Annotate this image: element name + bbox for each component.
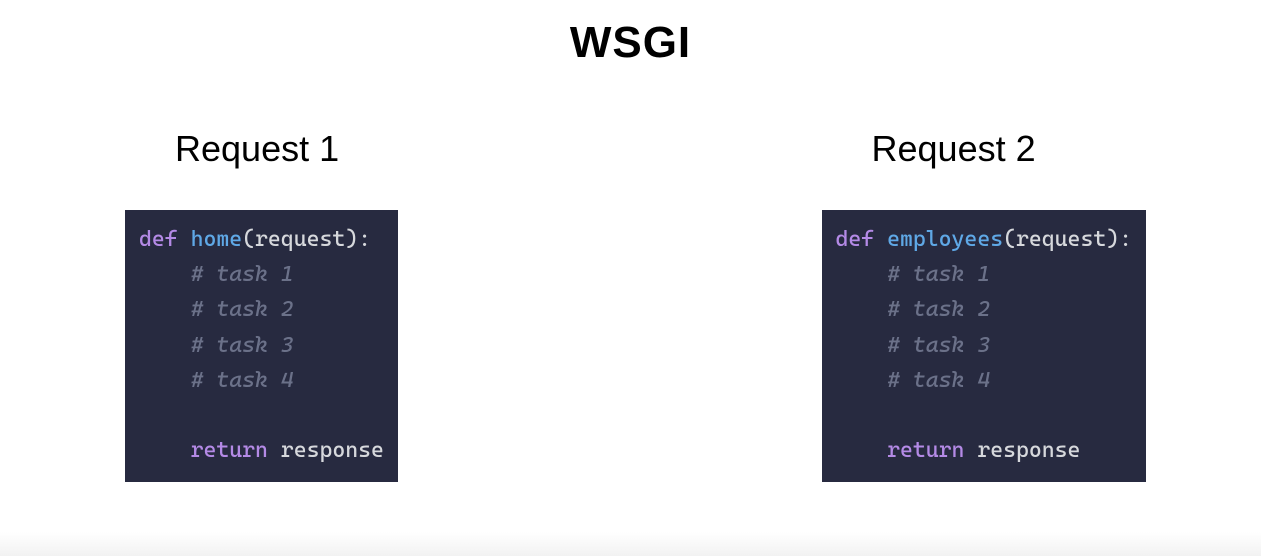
- code-param: request: [255, 227, 345, 252]
- code-comment: # task 2: [887, 297, 990, 322]
- code-comment: # task 1: [191, 262, 294, 287]
- columns-container: Request 1 def home(request): # task 1 # …: [0, 128, 1261, 482]
- code-paren-close: ):: [345, 227, 371, 252]
- request-column-2: Request 2 def employees(request): # task…: [822, 128, 1146, 482]
- code-keyword-def: def: [139, 227, 178, 252]
- request-column-1: Request 1 def home(request): # task 1 # …: [125, 128, 398, 482]
- code-comment: # task 2: [191, 297, 294, 322]
- code-comment: # task 4: [887, 368, 990, 393]
- bottom-gradient: [0, 532, 1261, 556]
- code-keyword-return: return: [191, 438, 268, 463]
- code-keyword-return: return: [887, 438, 964, 463]
- code-paren-open: (: [242, 227, 255, 252]
- request-label-1: Request 1: [175, 128, 339, 170]
- code-return-ident: response: [977, 438, 1080, 463]
- code-comment: # task 1: [887, 262, 990, 287]
- code-comment: # task 3: [887, 333, 990, 358]
- page-title: WSGI: [0, 0, 1261, 68]
- code-block-1: def home(request): # task 1 # task 2 # t…: [125, 210, 398, 482]
- code-func-name: home: [191, 227, 243, 252]
- code-func-name: employees: [887, 227, 1003, 252]
- code-param: request: [1016, 227, 1106, 252]
- code-block-2: def employees(request): # task 1 # task …: [822, 210, 1146, 482]
- code-comment: # task 3: [191, 333, 294, 358]
- code-keyword-def: def: [836, 227, 875, 252]
- code-comment: # task 4: [191, 368, 294, 393]
- code-return-ident: response: [281, 438, 384, 463]
- code-paren-close: ):: [1106, 227, 1132, 252]
- code-paren-open: (: [1003, 227, 1016, 252]
- request-label-2: Request 2: [872, 128, 1036, 170]
